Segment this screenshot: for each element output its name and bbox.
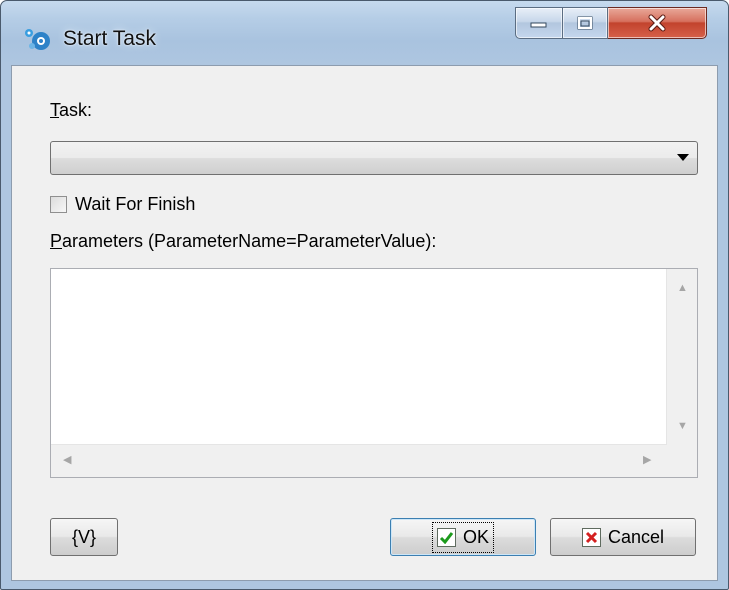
task-dropdown[interactable] (50, 141, 698, 175)
maximize-button[interactable] (563, 7, 608, 39)
cancel-button-label: Cancel (607, 526, 665, 547)
wait-for-finish-option[interactable]: Wait For Finish (50, 192, 195, 216)
scroll-right-icon[interactable]: ▶ (643, 455, 651, 466)
cancel-button[interactable]: Cancel (550, 518, 696, 556)
wait-for-finish-checkbox[interactable] (50, 195, 67, 213)
task-label-text: ask: (59, 100, 93, 120)
vertical-scrollbar[interactable]: ▲ ▼ (666, 269, 697, 445)
caption-buttons (515, 7, 709, 39)
scrollbar-corner (667, 445, 697, 477)
scroll-up-icon[interactable]: ▲ (677, 283, 688, 294)
scroll-left-icon[interactable]: ◀ (63, 455, 71, 466)
variables-button[interactable]: {V} (50, 518, 118, 556)
parameters-label-access-key: P (50, 231, 63, 251)
horizontal-scrollbar[interactable]: ◀ ▶ (51, 444, 667, 477)
variables-button-label: {V} (71, 526, 97, 547)
parameters-label: Parameters (ParameterName=ParameterValue… (50, 231, 436, 252)
task-label: Task: (50, 100, 92, 121)
window-title: Start Task (63, 27, 156, 50)
task-label-access-key: T (50, 100, 59, 120)
minimize-icon (530, 22, 547, 28)
close-button[interactable] (608, 7, 707, 39)
ok-button[interactable]: OK (390, 518, 536, 556)
ok-button-content: OK (431, 521, 495, 553)
minimize-button[interactable] (515, 7, 563, 39)
maximize-icon (577, 16, 593, 30)
title-bar[interactable]: Start Task (1, 1, 728, 65)
start-task-icon (25, 29, 50, 50)
parameters-textarea[interactable]: ▲ ▼ ◀ ▶ (50, 268, 698, 478)
start-task-window: Start Task Task: Wait For Finish Paramet… (0, 0, 729, 590)
scroll-down-icon[interactable]: ▼ (677, 421, 688, 432)
wait-for-finish-label[interactable]: Wait For Finish (75, 194, 195, 215)
close-icon (648, 14, 666, 32)
ok-button-label: OK (462, 526, 489, 547)
check-icon (436, 527, 456, 547)
parameters-label-text: arameters (ParameterName=ParameterValue)… (62, 231, 437, 251)
dialog-client-area: Task: Wait For Finish Parameters (Parame… (11, 65, 718, 581)
x-icon (581, 527, 601, 547)
chevron-down-icon[interactable] (677, 154, 689, 161)
